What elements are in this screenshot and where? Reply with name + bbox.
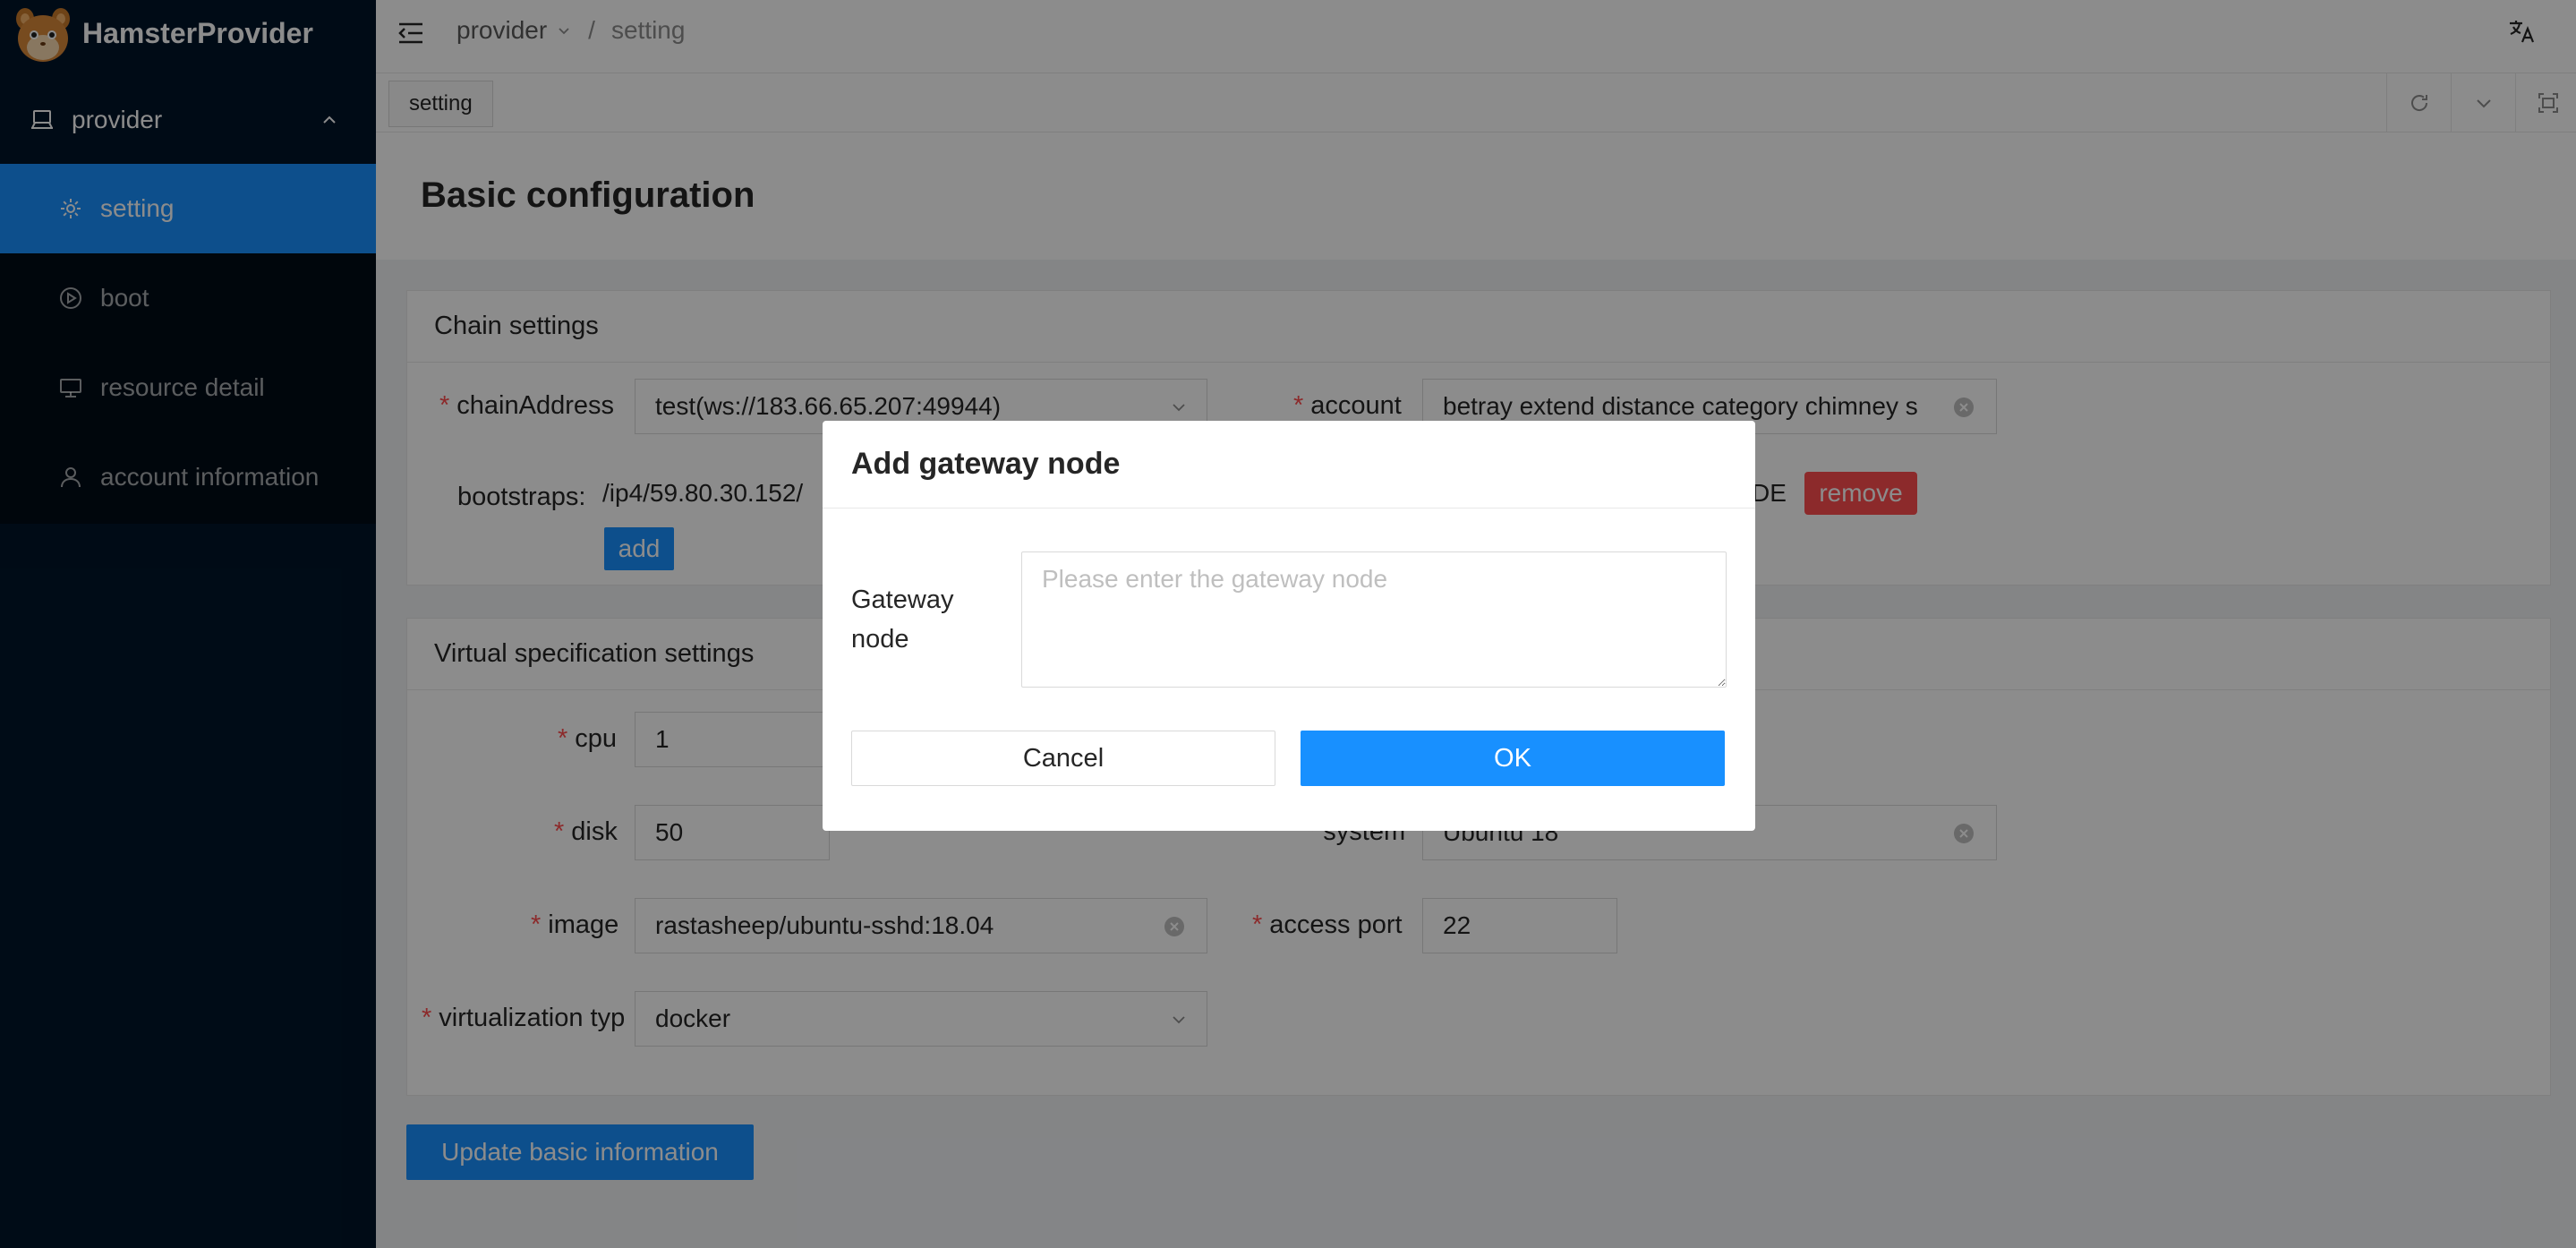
gateway-node-label: Gateway node <box>851 586 954 654</box>
add-gateway-node-modal: Add gateway node Gateway node Cancel OK <box>823 421 1755 831</box>
gateway-node-textarea[interactable] <box>1021 551 1727 688</box>
cancel-button[interactable]: Cancel <box>851 731 1275 786</box>
ok-button[interactable]: OK <box>1301 731 1725 786</box>
modal-title: Add gateway node <box>823 421 1755 509</box>
